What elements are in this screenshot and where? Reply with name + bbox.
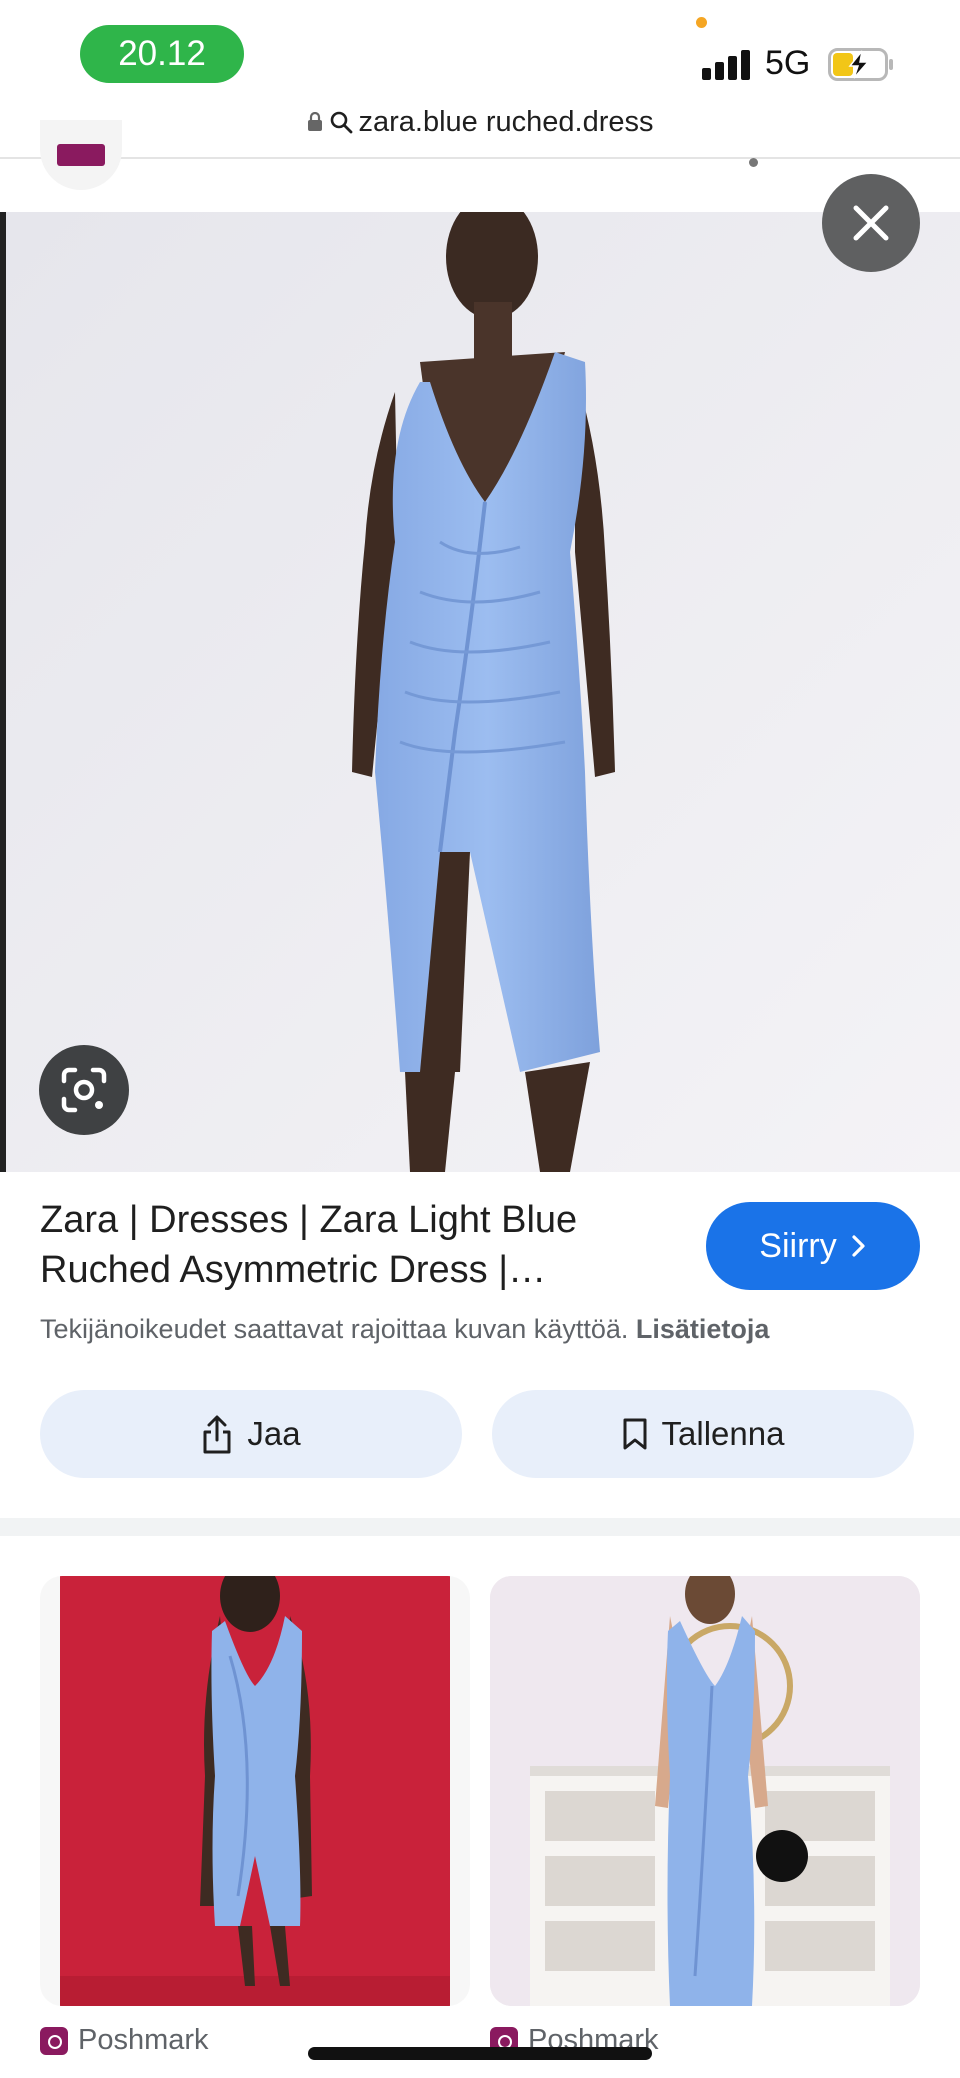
related-source[interactable]: Poshmark: [40, 2024, 209, 2057]
poshmark-logo-icon: [40, 2026, 68, 2055]
battery-charging-icon: [828, 48, 894, 81]
status-time: 20.12: [80, 25, 244, 83]
url-bar-divider: [0, 157, 960, 159]
chevron-right-icon: [852, 1235, 865, 1257]
bookmark-icon: [623, 1418, 647, 1450]
privacy-indicator-dot: [696, 17, 707, 28]
save-button[interactable]: Tallenna: [492, 1390, 914, 1478]
lock-icon: [307, 112, 322, 131]
share-icon: [203, 1415, 231, 1454]
url-bar[interactable]: zara.blue ruched.dress: [0, 100, 960, 158]
close-icon: [853, 205, 889, 241]
copyright-notice: Tekijänoikeudet saattavat rajoittaa kuva…: [40, 1314, 940, 1345]
more-info-link[interactable]: Lisätietoja: [636, 1314, 770, 1344]
related-image-card[interactable]: [490, 1576, 920, 2006]
visit-button[interactable]: Siirry: [706, 1202, 920, 1290]
visit-label: Siirry: [759, 1226, 837, 1265]
section-separator: [0, 1518, 960, 1536]
lens-button[interactable]: [39, 1045, 129, 1135]
network-type: 5G: [765, 44, 811, 82]
source-avatar: [40, 120, 122, 190]
home-indicator[interactable]: [308, 2047, 652, 2060]
copyright-text: Tekijänoikeudet saattavat rajoittaa kuva…: [40, 1314, 629, 1344]
main-image[interactable]: [0, 212, 960, 1172]
menu-dot: [749, 158, 758, 167]
close-button[interactable]: [822, 174, 920, 272]
url-text: zara.blue ruched.dress: [358, 106, 654, 138]
search-icon: [330, 111, 352, 134]
lens-icon: [61, 1067, 107, 1113]
related-source-label: Poshmark: [78, 2024, 209, 2056]
result-title[interactable]: Zara | Dresses | Zara Light Blue Ruched …: [40, 1195, 680, 1295]
save-label: Tallenna: [661, 1415, 785, 1452]
signal-icon: [702, 46, 752, 80]
share-button[interactable]: Jaa: [40, 1390, 462, 1478]
related-image-card[interactable]: [40, 1576, 470, 2006]
share-label: Jaa: [247, 1415, 301, 1452]
